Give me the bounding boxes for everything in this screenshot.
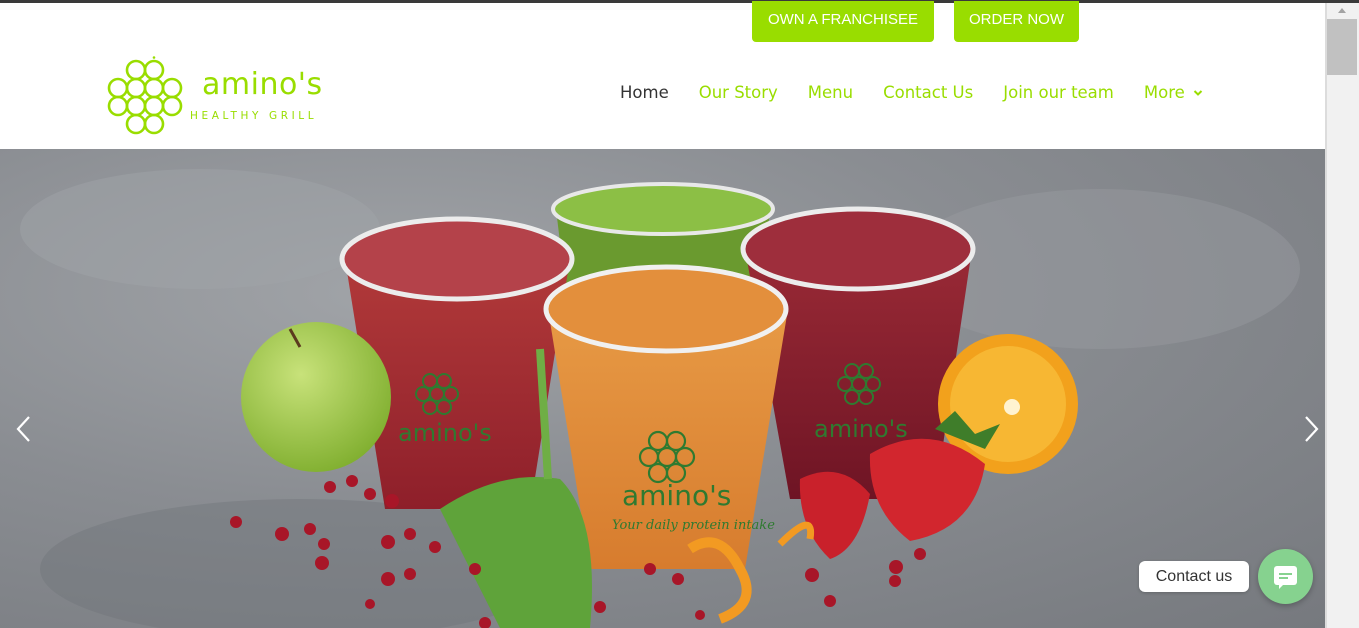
cup-slogan: Your daily protein intake [612,518,775,533]
scrollbar-thumb[interactable] [1327,19,1357,75]
slider-prev-chevron-left-icon[interactable] [12,413,36,445]
nav-more-dropdown[interactable]: More [1144,82,1203,104]
scrollbar-edge [1325,3,1327,628]
order-now-button[interactable]: ORDER NOW [954,1,1079,42]
nav-our-story[interactable]: Our Story [699,82,778,104]
chevron-down-icon [1193,90,1202,96]
logo-tagline: HEALTHY GRILL [190,110,318,122]
site-logo[interactable]: amino's HEALTHY GRILL [104,56,344,138]
cup-brand-left: amino's [398,419,492,447]
nav-menu[interactable]: Menu [808,82,853,104]
own-franchise-button[interactable]: OWN A FRANCHISEE [752,1,934,42]
scroll-up-arrow-icon[interactable] [1325,3,1359,19]
contact-us-button[interactable] [1258,549,1313,604]
cup-brand-center: amino's [622,479,731,512]
page-scrollbar[interactable] [1325,3,1359,628]
hero-slider: amino's amino's amino's Your daily prote… [0,149,1325,628]
slider-next-chevron-right-icon[interactable] [1299,413,1323,445]
main-nav: Home Our Story Menu Contact Us Join our … [620,82,1203,104]
honeycomb-logo-icon [107,56,183,135]
contact-us-tooltip[interactable]: Contact us [1139,561,1249,592]
nav-home[interactable]: Home [620,82,669,104]
nav-join-our-team[interactable]: Join our team [1003,82,1114,104]
window-top-border [0,0,1359,3]
nav-contact-us[interactable]: Contact Us [883,82,973,104]
hero-juice-image: amino's amino's amino's Your daily prote… [20,169,1300,628]
chat-icon [1274,566,1297,589]
nav-more-label: More [1143,83,1185,102]
cup-brand-right: amino's [814,415,908,443]
logo-wordmark: amino's [202,67,323,102]
